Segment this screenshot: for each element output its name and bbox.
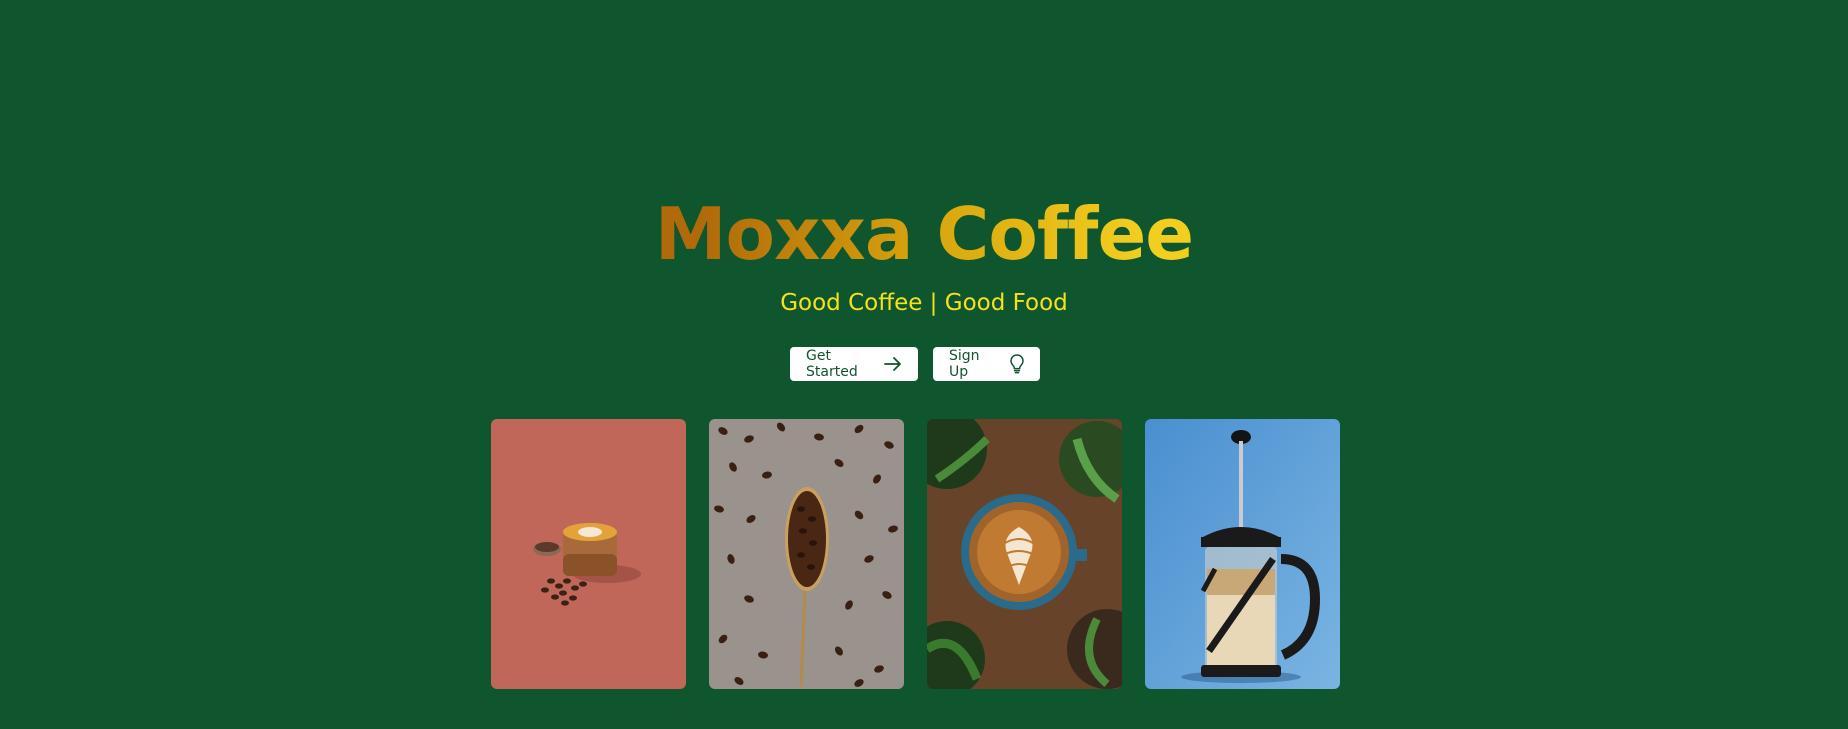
page-title: Moxxa Coffee xyxy=(0,192,1848,276)
sign-up-button[interactable]: Sign Up xyxy=(933,347,1040,381)
photo-gallery xyxy=(491,419,1340,689)
hero-section: Moxxa Coffee Good Coffee | Good Food Get… xyxy=(0,0,1848,729)
coffee-beans-spoon-photo xyxy=(709,419,904,689)
french-press-photo xyxy=(1145,419,1340,689)
lightbulb-icon xyxy=(1010,354,1024,374)
get-started-label: Get Started xyxy=(806,348,858,380)
hero-buttons: Get Started Sign Up xyxy=(790,347,1040,381)
latte-glass-photo xyxy=(491,419,686,689)
get-started-button[interactable]: Get Started xyxy=(790,347,918,381)
sign-up-label: Sign Up xyxy=(949,348,980,380)
tagline: Good Coffee | Good Food xyxy=(780,290,1068,316)
latte-art-plants-photo xyxy=(927,419,1122,689)
arrow-right-icon xyxy=(884,356,902,372)
